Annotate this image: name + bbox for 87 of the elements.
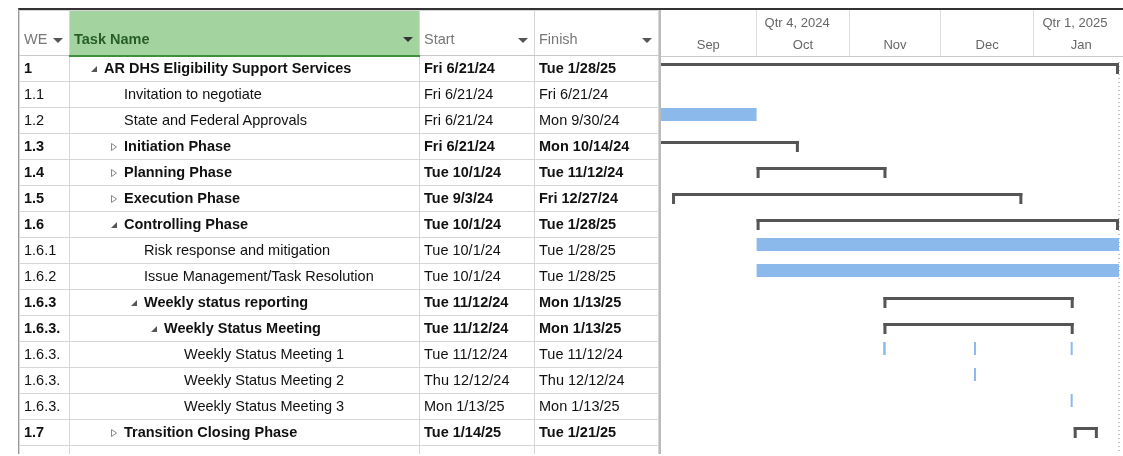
start-date-cell: Fri 6/21/24: [419, 107, 535, 134]
task-name-cell-text: Weekly Status Meeting: [164, 318, 321, 338]
month-label: Jan: [1070, 37, 1092, 52]
collapse-triangle-icon[interactable]: [150, 324, 158, 333]
quarter-label: Qtr 4, 2024: [764, 15, 830, 30]
finish-date-cell: Tue 1/21/25: [534, 419, 659, 446]
wbs-cell: 1.6.3.: [19, 393, 70, 420]
start-date-cell: Tue 10/1/24: [419, 159, 535, 186]
collapse-triangle-icon[interactable]: [110, 220, 118, 229]
start-date-cell: Mon 1/13/25: [419, 393, 535, 420]
task-tick: [883, 342, 886, 355]
start-date-cell: Tue 10/1/24: [419, 211, 535, 238]
dropdown-caret-icon[interactable]: [53, 37, 63, 43]
month-label: Nov: [883, 37, 907, 52]
start-date-cell: Tue 11/12/24: [419, 315, 535, 342]
expand-triangle-icon[interactable]: [110, 428, 118, 437]
start-date-cell: Fri 6/21/24: [419, 133, 535, 160]
finish-date-cell: Tue 11/12/24: [534, 159, 659, 186]
start-date-cell: Tue 10/1/24: [419, 263, 535, 290]
task-name-cell-text: State and Federal Approvals: [124, 110, 307, 130]
wbs-cell: 1.5: [19, 185, 70, 212]
finish-date-cell: Mon 9/30/24: [534, 107, 659, 134]
task-name-cell-text: Weekly Status Meeting 3: [184, 396, 345, 416]
summary-bracket: [1073, 427, 1098, 438]
wbs-cell: 1.6.1: [19, 237, 70, 264]
wbs-cell: 1: [19, 55, 70, 82]
task-name-cell-text: Issue Management/Task Resolution: [144, 266, 374, 286]
wbs-cell: 1.4: [19, 159, 70, 186]
task-name-cell-text: AR DHS Eligibility Support Services: [104, 58, 352, 78]
finish-date-cell: Mon 10/14/24: [534, 133, 659, 160]
finish-date-cell: Tue 1/28/25: [534, 211, 659, 238]
wbs-cell: 1.3: [19, 133, 70, 160]
column-header[interactable]: WE: [19, 10, 70, 56]
finish-date-cell: Tue 1/28/25: [534, 263, 659, 290]
month-label: Dec: [975, 37, 999, 52]
wbs-cell: 1.6.3.: [19, 367, 70, 394]
start-date-cell: Tue 11/12/24: [419, 341, 535, 368]
task-name-cell-text: Controlling Phase: [124, 214, 249, 234]
task-name-cell-text: Transition Closing Phase: [124, 422, 298, 442]
wbs-cell: 1.1: [19, 81, 70, 108]
task-name-cell-text: Weekly Status Meeting 1: [184, 344, 345, 364]
start-date-cell: Fri 6/21/24: [419, 55, 535, 82]
month-label: Sep: [696, 37, 720, 52]
start-date-cell: Tue 10/1/24: [419, 237, 535, 264]
finish-date-cell: Thu 12/12/24: [534, 367, 659, 394]
task-name-cell-text: Weekly Status Meeting 2: [184, 370, 345, 390]
finish-date-cell: Mon 1/13/25: [534, 289, 659, 316]
task-name-cell-text: Execution Phase: [124, 188, 241, 208]
finish-date-cell: Fri 12/27/24: [534, 185, 659, 212]
start-date-cell: Tue 1/14/25: [419, 419, 535, 446]
quarter-label: Qtr 1, 2025: [1042, 15, 1108, 30]
start-date-cell: Tue 9/3/24: [419, 185, 535, 212]
task-name-cell-text: Risk response and mitigation: [144, 240, 331, 260]
finish-date-cell: Fri 6/21/24: [534, 81, 659, 108]
wbs-cell: 1.7: [19, 419, 70, 446]
collapse-triangle-icon[interactable]: [90, 64, 98, 73]
column-header[interactable]: Start: [419, 10, 535, 56]
start-date-cell: Tue 11/12/24: [419, 289, 535, 316]
task-name-cell-text: Weekly status reporting: [144, 292, 309, 312]
wbs-cell: 1.6: [19, 211, 70, 238]
collapse-triangle-icon[interactable]: [130, 298, 138, 307]
dropdown-caret-icon[interactable]: [642, 37, 652, 43]
expand-triangle-icon[interactable]: [110, 168, 118, 177]
task-name-cell-text: Planning Phase: [124, 162, 232, 182]
wbs-cell: 1.6.3: [19, 289, 70, 316]
expand-triangle-icon[interactable]: [110, 194, 118, 203]
dropdown-caret-icon[interactable]: [518, 37, 528, 43]
wbs-cell: 1.6.3.: [19, 341, 70, 368]
column-header[interactable]: Task Name: [69, 10, 420, 56]
finish-date-cell: Mon 1/13/25: [534, 315, 659, 342]
task-tick: [974, 368, 977, 381]
task-name-cell-text: Invitation to negotiate: [124, 84, 262, 104]
wbs-cell: 1.6.2: [19, 263, 70, 290]
wbs-cell: 1.2: [19, 107, 70, 134]
finish-date-cell: Tue 11/12/24: [534, 341, 659, 368]
task-tick: [1070, 394, 1073, 407]
start-date-cell: Thu 12/12/24: [419, 367, 535, 394]
column-header[interactable]: Finish: [534, 10, 659, 56]
task-name-cell-text: Initiation Phase: [124, 136, 232, 156]
dropdown-caret-icon[interactable]: [403, 37, 413, 43]
finish-date-cell: Tue 1/28/25: [534, 55, 659, 82]
start-date-cell: Fri 6/21/24: [419, 81, 535, 108]
month-label: Oct: [792, 37, 813, 52]
expand-triangle-icon[interactable]: [110, 142, 118, 151]
finish-date-cell: Mon 1/13/25: [534, 393, 659, 420]
wbs-cell: 1.6.3.: [19, 315, 70, 342]
finish-date-cell: Tue 1/28/25: [534, 237, 659, 264]
